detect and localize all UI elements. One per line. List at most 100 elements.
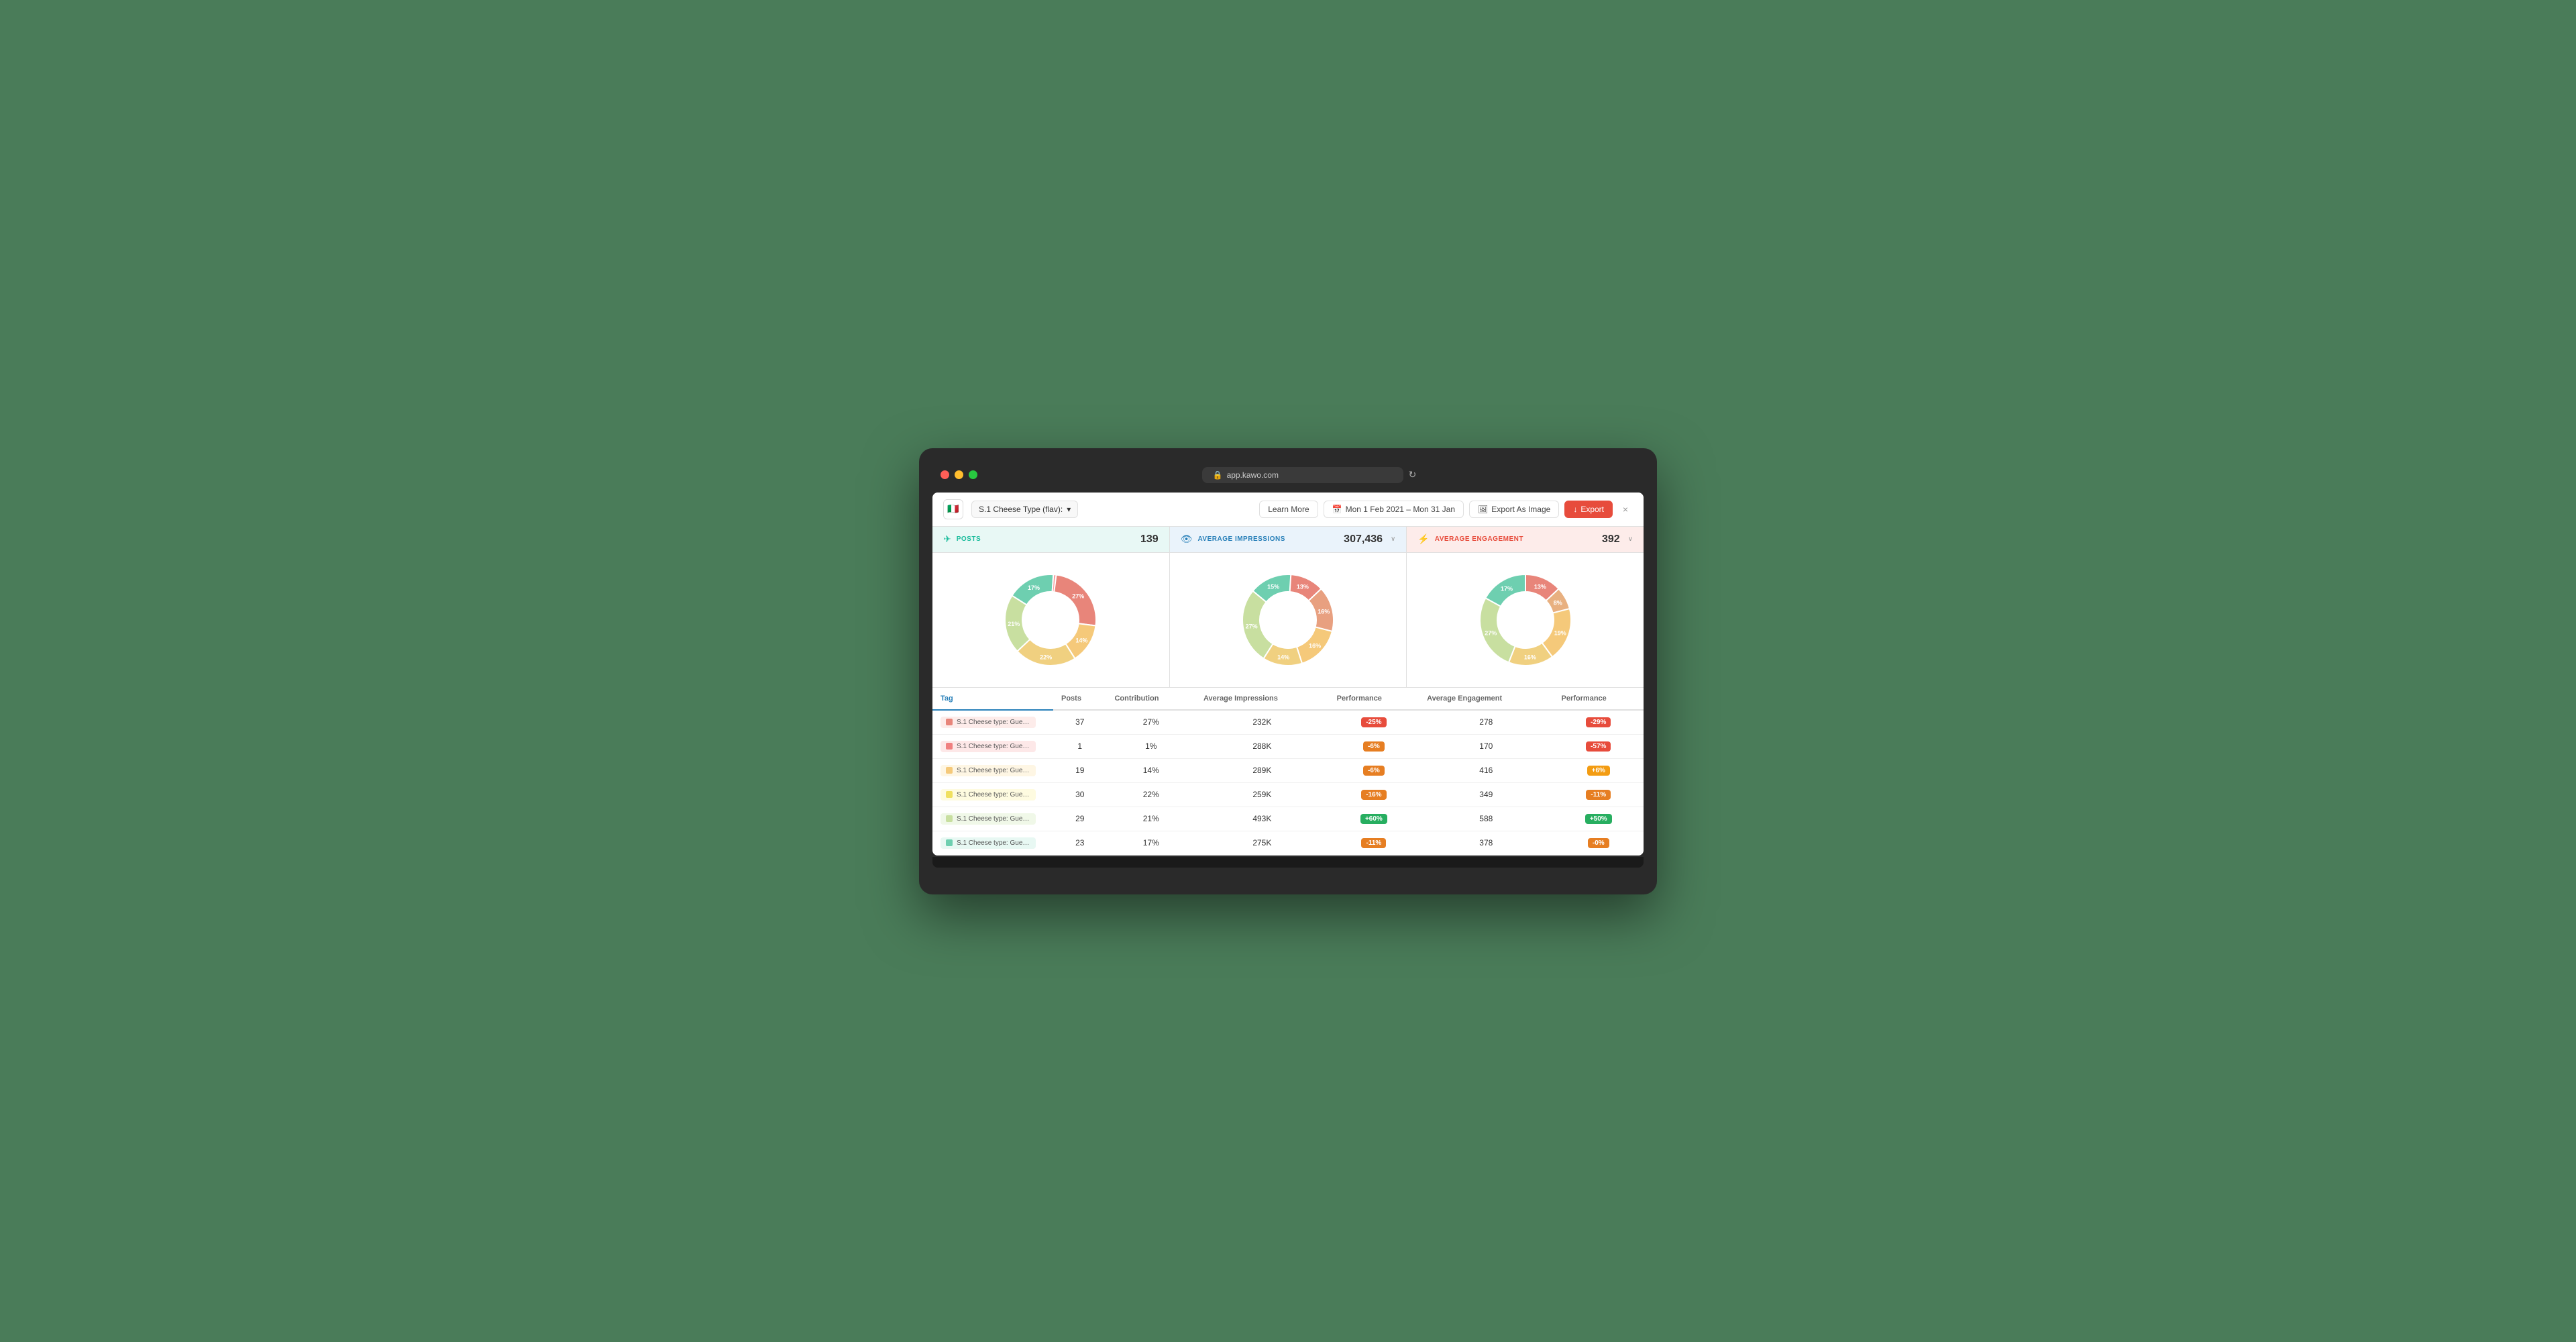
tag-chip-2: S.1 Cheese type: Guerrini 3... [941, 765, 1036, 776]
svg-text:16%: 16% [1524, 654, 1536, 660]
browser-content: 🇮🇹 S.1 Cheese Type (flav): ▾ Learn More … [932, 493, 1644, 856]
download-icon: ↓ [1573, 505, 1577, 514]
url-text: app.kawo.com [1227, 470, 1279, 480]
td-perf-engagement-0: -29% [1554, 710, 1644, 735]
report-selector-label: S.1 Cheese Type (flav): [979, 505, 1063, 514]
th-avg-engagement: Average Engagement [1419, 688, 1553, 710]
td-perf-engagement-4: +50% [1554, 807, 1644, 831]
posts-donut-chart: 27%14%22%21%17% [997, 566, 1104, 674]
tag-label-2: S.1 Cheese type: Guerrini 3... [957, 767, 1030, 774]
td-contribution-4: 21% [1106, 807, 1195, 831]
td-tag-4: S.1 Cheese type: Guerrini 5... [932, 807, 1053, 831]
logo-icon: 🇮🇹 [947, 503, 959, 515]
table-row: S.1 Cheese type: Guerrini 3... 19 14% 28… [932, 758, 1644, 782]
metric-card-impressions[interactable]: 👁 AVERAGE IMPRESSIONS 307,436 ∨ [1170, 527, 1407, 552]
reload-icon[interactable]: ↻ [1409, 469, 1417, 480]
th-posts: Posts [1053, 688, 1106, 710]
engagement-label: AVERAGE ENGAGEMENT [1435, 535, 1523, 543]
lock-icon: 🔒 [1213, 470, 1223, 480]
engagement-chart-container: 13%8%19%16%27%17% [1407, 553, 1644, 687]
app-logo: 🇮🇹 [943, 499, 963, 519]
td-avg-impressions-0: 232K [1195, 710, 1329, 735]
tag-dot-0 [946, 719, 953, 725]
metrics-row: ✈ POSTS 139 👁 AVERAGE IMPRESSIONS 307,43… [932, 527, 1644, 553]
date-range-text: Mon 1 Feb 2021 – Mon 31 Jan [1346, 505, 1455, 514]
th-perf-impressions: Performance [1329, 688, 1419, 710]
th-tag: Tag [932, 688, 1053, 710]
svg-text:27%: 27% [1073, 592, 1085, 599]
svg-text:13%: 13% [1534, 583, 1546, 590]
impressions-chevron-icon: ∨ [1391, 535, 1395, 543]
td-posts-1: 1 [1053, 734, 1106, 758]
perf-imp-badge-4: +60% [1360, 814, 1387, 824]
perf-imp-badge-3: -16% [1361, 790, 1386, 800]
perf-eng-badge-2: +6% [1587, 766, 1610, 776]
image-icon: 🖼 [1478, 505, 1488, 514]
maximize-dot[interactable] [969, 470, 977, 479]
export-button[interactable]: ↓ Export [1564, 501, 1613, 518]
close-dot[interactable] [941, 470, 949, 479]
svg-text:27%: 27% [1485, 629, 1497, 636]
export-as-image-button[interactable]: 🖼 Export As Image [1469, 501, 1559, 518]
metric-card-posts: ✈ POSTS 139 [932, 527, 1170, 552]
td-avg-engagement-1: 170 [1419, 734, 1553, 758]
td-contribution-2: 14% [1106, 758, 1195, 782]
td-tag-0: S.1 Cheese type: Guerrini 1... [932, 710, 1053, 735]
td-tag-5: S.1 Cheese type: Guerrini 6... [932, 831, 1053, 855]
perf-eng-badge-1: -57% [1586, 741, 1611, 752]
td-posts-0: 37 [1053, 710, 1106, 735]
svg-text:22%: 22% [1040, 654, 1052, 660]
td-avg-impressions-1: 288K [1195, 734, 1329, 758]
tag-dot-1 [946, 743, 953, 750]
toolbar-actions: Learn More 📅 Mon 1 Feb 2021 – Mon 31 Jan… [1259, 501, 1633, 518]
th-perf-engagement: Performance [1554, 688, 1644, 710]
minimize-dot[interactable] [955, 470, 963, 479]
table-row: S.1 Cheese type: Guerrini 6... 23 17% 27… [932, 831, 1644, 855]
tag-dot-2 [946, 767, 953, 774]
td-perf-impressions-2: -6% [1329, 758, 1419, 782]
svg-text:14%: 14% [1277, 654, 1289, 660]
perf-imp-badge-0: -25% [1361, 717, 1386, 727]
perf-eng-badge-0: -29% [1586, 717, 1611, 727]
perf-imp-badge-2: -6% [1363, 766, 1385, 776]
td-avg-engagement-5: 378 [1419, 831, 1553, 855]
impressions-label: AVERAGE IMPRESSIONS [1197, 535, 1285, 543]
td-avg-impressions-5: 275K [1195, 831, 1329, 855]
td-tag-1: S.1 Cheese type: Guerrini 2... [932, 734, 1053, 758]
perf-eng-badge-3: -11% [1586, 790, 1611, 800]
td-posts-5: 23 [1053, 831, 1106, 855]
posts-label: POSTS [957, 535, 981, 543]
tag-label-5: S.1 Cheese type: Guerrini 6... [957, 839, 1030, 847]
svg-text:15%: 15% [1267, 583, 1279, 590]
tag-chip-4: S.1 Cheese type: Guerrini 5... [941, 813, 1036, 825]
td-perf-engagement-5: -0% [1554, 831, 1644, 855]
svg-text:21%: 21% [1008, 621, 1020, 627]
engagement-icon: ⚡ [1417, 533, 1429, 545]
engagement-chevron-icon: ∨ [1628, 535, 1633, 543]
close-button[interactable]: × [1618, 502, 1633, 517]
td-posts-4: 29 [1053, 807, 1106, 831]
url-display[interactable]: 🔒 app.kawo.com [1202, 467, 1403, 483]
td-contribution-3: 22% [1106, 782, 1195, 807]
tag-chip-1: S.1 Cheese type: Guerrini 2... [941, 741, 1036, 752]
td-perf-engagement-2: +6% [1554, 758, 1644, 782]
metric-card-engagement[interactable]: ⚡ AVERAGE ENGAGEMENT 392 ∨ [1407, 527, 1644, 552]
calendar-icon: 📅 [1332, 505, 1342, 514]
report-selector[interactable]: S.1 Cheese Type (flav): ▾ [971, 501, 1078, 518]
perf-eng-badge-5: -0% [1588, 838, 1609, 848]
learn-more-button[interactable]: Learn More [1259, 501, 1318, 518]
td-tag-2: S.1 Cheese type: Guerrini 3... [932, 758, 1053, 782]
th-contribution: Contribution [1106, 688, 1195, 710]
svg-text:27%: 27% [1246, 623, 1258, 629]
browser-chrome: 🔒 app.kawo.com ↻ [932, 462, 1644, 488]
tag-dot-5 [946, 839, 953, 846]
perf-eng-badge-4: +50% [1585, 814, 1612, 824]
perf-imp-badge-5: -11% [1361, 838, 1386, 848]
td-posts-2: 19 [1053, 758, 1106, 782]
svg-text:16%: 16% [1309, 642, 1321, 649]
date-range-selector[interactable]: 📅 Mon 1 Feb 2021 – Mon 31 Jan [1324, 501, 1464, 518]
table-row: S.1 Cheese type: Guerrini 4... 30 22% 25… [932, 782, 1644, 807]
table-body: S.1 Cheese type: Guerrini 1... 37 27% 23… [932, 710, 1644, 856]
impressions-value: 307,436 [1344, 533, 1383, 546]
td-contribution-0: 27% [1106, 710, 1195, 735]
